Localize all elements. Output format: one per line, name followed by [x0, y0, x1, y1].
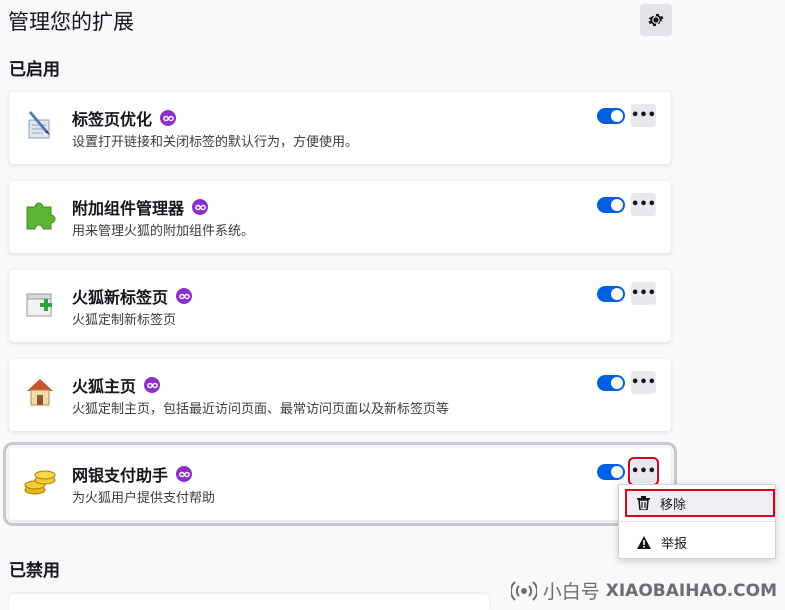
extension-name: 附加组件管理器: [72, 199, 185, 218]
private-browsing-badge-icon: [160, 110, 177, 126]
more-options-button[interactable]: •••: [631, 371, 656, 394]
more-options-button[interactable]: •••: [631, 104, 656, 127]
private-browsing-badge-icon: [192, 199, 209, 215]
extension-name: 标签页优化: [72, 110, 153, 129]
extension-name: 火狐主页: [72, 377, 137, 396]
extension-card[interactable]: 火狐主页 火狐定制主页，包括最近访问页面、最常访问页面以及新标签页等 •••: [9, 359, 671, 431]
coins-icon: [24, 470, 56, 495]
extension-description: 为火狐用户提供支付帮助: [72, 491, 216, 506]
private-browsing-badge-icon: [144, 377, 161, 393]
pen-paper-icon: [28, 111, 50, 139]
enable-toggle[interactable]: [597, 464, 625, 480]
enable-toggle[interactable]: [597, 108, 625, 124]
more-options-button[interactable]: •••: [631, 282, 656, 305]
settings-button[interactable]: [640, 4, 672, 36]
extension-description: 火狐定制新标签页: [72, 313, 177, 328]
enable-toggle[interactable]: [597, 197, 625, 213]
private-browsing-badge-icon: [176, 288, 193, 304]
watermark-brand: 小白号: [542, 581, 600, 603]
private-browsing-badge-icon: [176, 466, 193, 482]
menu-divider: [619, 521, 775, 522]
report-label: 举报: [661, 536, 688, 552]
extension-description: 火狐定制主页，包括最近访问页面、最常访问页面以及新标签页等: [72, 402, 450, 417]
remove-label: 移除: [660, 497, 687, 513]
report-menu-item[interactable]: 举报: [627, 530, 773, 554]
home-icon: [27, 379, 53, 406]
extension-description: 设置打开链接和关闭标签的默认行为，方便使用。: [72, 135, 359, 150]
broadcast-icon: [510, 580, 537, 601]
extension-context-menu: 移除 举报: [618, 484, 776, 559]
new-tab-icon: [26, 293, 52, 317]
extension-card[interactable]: 网银支付助手 为火狐用户提供支付帮助 •••: [3, 442, 677, 526]
page-title: 管理您的扩展: [8, 10, 134, 34]
trash-icon: [637, 496, 650, 510]
remove-menu-item[interactable]: 移除: [625, 489, 775, 517]
enable-toggle[interactable]: [597, 286, 625, 302]
more-options-button[interactable]: •••: [631, 193, 656, 216]
more-options-button[interactable]: •••: [628, 457, 659, 486]
gear-icon: [648, 13, 664, 27]
extension-card[interactable]: 附加组件管理器 用来管理火狐的附加组件系统。 •••: [9, 181, 671, 253]
extension-name: 火狐新标签页: [72, 288, 169, 307]
enabled-section-heading: 已启用: [9, 60, 60, 80]
watermark-site: XIAOBAIHAO.COM: [605, 580, 777, 601]
enable-toggle[interactable]: [597, 375, 625, 391]
disabled-extension-card[interactable]: [9, 594, 489, 610]
extension-description: 用来管理火狐的附加组件系统。: [72, 224, 255, 239]
disabled-section-heading: 已禁用: [9, 561, 60, 581]
extension-card[interactable]: 火狐新标签页 火狐定制新标签页 •••: [9, 270, 671, 342]
extension-name: 网银支付助手: [72, 466, 169, 485]
puzzle-icon: [26, 202, 56, 230]
warning-icon: [637, 535, 651, 549]
watermark: 小白号 XIAOBAIHAO.COM: [510, 577, 777, 604]
extension-card[interactable]: 标签页优化 设置打开链接和关闭标签的默认行为，方便使用。 •••: [9, 92, 671, 164]
